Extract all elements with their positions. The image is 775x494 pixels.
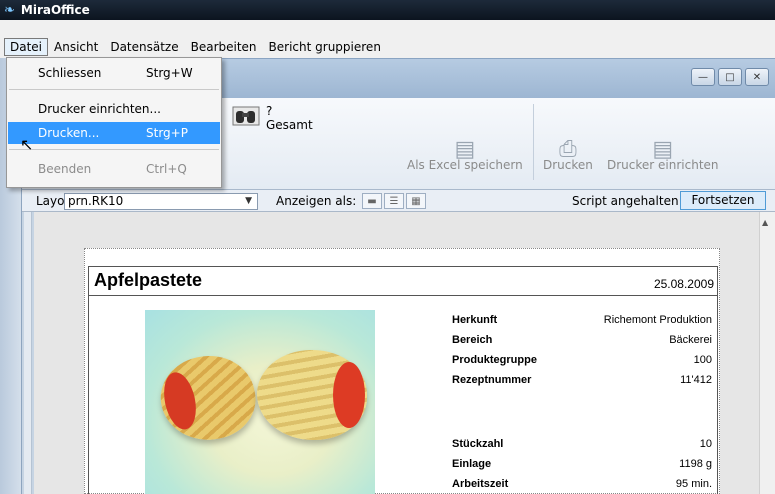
printer-setup-button[interactable]: ▤ Drucker einrichten (607, 137, 719, 172)
detail-value: 11'412 (680, 374, 712, 386)
page-setup-icon: ▤ (652, 137, 674, 162)
find-label-top: ? (266, 104, 273, 118)
record-date: 25.08.2009 (653, 277, 714, 291)
menu-item-print[interactable]: Drucken... Strg+P (8, 122, 220, 144)
detail-label: Stückzahl (452, 438, 504, 450)
printer-icon: ⎙ (559, 137, 577, 162)
restore-button[interactable]: □ (718, 68, 742, 86)
detail-value: 10 (699, 438, 712, 450)
menu-item-close[interactable]: Schliessen Strg+W (8, 62, 220, 84)
menu-item-label: Drucker einrichten... (38, 102, 161, 116)
find-label: ? Gesamt (266, 104, 313, 132)
detail-row: Bereich Bäckerei (452, 334, 712, 354)
vertical-scrollbar[interactable] (759, 212, 775, 494)
detail-row: Arbeitszeit 95 min. (452, 478, 712, 494)
title-bar: ❧ MiraOffice (0, 0, 775, 20)
menu-datei[interactable]: Datei (4, 38, 49, 56)
minimize-button[interactable]: — (691, 68, 715, 86)
detail-row: Einlage 1198 g (452, 458, 712, 478)
menu-item-quit[interactable]: Beenden Ctrl+Q (8, 158, 220, 180)
find-label-bottom: Gesamt (266, 118, 313, 132)
close-button[interactable]: ✕ (745, 68, 769, 86)
toolbar-separator (533, 104, 534, 180)
app-title: MiraOffice (20, 3, 90, 17)
window-controls: — □ ✕ (691, 68, 769, 86)
layout-select[interactable]: prn.RK10 ▼ (64, 193, 258, 210)
menu-separator (9, 149, 219, 150)
print-button[interactable]: ⎙ Drucken (543, 137, 593, 172)
status-area-edge (24, 212, 32, 494)
save-as-excel-button[interactable]: ▤ Als Excel speichern (407, 137, 523, 172)
menu-bericht-gruppieren[interactable]: Bericht gruppieren (263, 38, 387, 56)
menu-item-shortcut: Strg+P (146, 126, 188, 140)
chevron-down-icon: ▼ (245, 196, 252, 206)
view-list-button[interactable]: ☰ (384, 193, 404, 209)
view-table-button[interactable]: ▦ (406, 193, 426, 209)
detail-row: Stückzahl 10 (452, 438, 712, 458)
menu-datensaetze[interactable]: Datensätze (104, 38, 184, 56)
detail-row: Rezeptnummer 11'412 (452, 374, 712, 394)
excel-document-icon: ▤ (454, 137, 476, 162)
menu-item-label: Beenden (38, 162, 92, 176)
layout-select-value: prn.RK10 (68, 194, 124, 208)
mouse-pointer-icon: ↖ (20, 135, 34, 154)
menu-item-label: Schliessen (38, 66, 102, 80)
detail-label: Bereich (452, 334, 493, 346)
detail-label: Produktegruppe (452, 354, 537, 366)
app-icon: ❧ (4, 2, 15, 18)
view-form-button[interactable]: ▬ (362, 193, 382, 209)
menu-item-shortcut: Strg+W (146, 66, 193, 80)
view-mode-buttons: ▬ ☰ ▦ (362, 193, 426, 209)
record-details: Herkunft Richemont Produktion Bereich Bä… (452, 314, 712, 494)
file-menu: Schliessen Strg+W Drucker einrichten... … (6, 57, 222, 188)
menubar: Datei Ansicht Datensätze Bearbeiten Beri… (0, 36, 387, 58)
detail-label: Einlage (452, 458, 492, 470)
detail-value: 95 min. (675, 478, 712, 490)
detail-value: 100 (693, 354, 712, 366)
binoculars-icon[interactable] (232, 104, 262, 126)
detail-row: Produktegruppe 100 (452, 354, 712, 374)
menu-item-shortcut: Ctrl+Q (146, 162, 187, 176)
continue-button[interactable]: Fortsetzen (680, 191, 766, 210)
menu-separator (9, 89, 219, 90)
detail-value: Bäckerei (669, 334, 712, 346)
show-as-label: Anzeigen als: (276, 193, 357, 208)
detail-value: 1198 g (679, 458, 712, 470)
script-status: Script angehalten (572, 193, 679, 208)
detail-spacer (452, 394, 712, 438)
menu-item-printer-setup[interactable]: Drucker einrichten... (8, 98, 220, 120)
menu-ansicht[interactable]: Ansicht (48, 38, 104, 56)
pastry-left (153, 347, 263, 449)
detail-value: Richemont Produktion (603, 314, 712, 326)
menu-bearbeiten[interactable]: Bearbeiten (185, 38, 263, 56)
menu-item-label: Drucken... (38, 126, 100, 140)
detail-row: Herkunft Richemont Produktion (452, 314, 712, 334)
detail-label: Herkunft (452, 314, 498, 326)
detail-label: Arbeitszeit (452, 478, 509, 490)
record-title: Apfelpastete (94, 270, 203, 290)
pastry-right (257, 350, 367, 440)
product-photo (145, 310, 375, 494)
scroll-up-icon[interactable]: ▲ (762, 218, 768, 227)
detail-label: Rezeptnummer (452, 374, 532, 386)
